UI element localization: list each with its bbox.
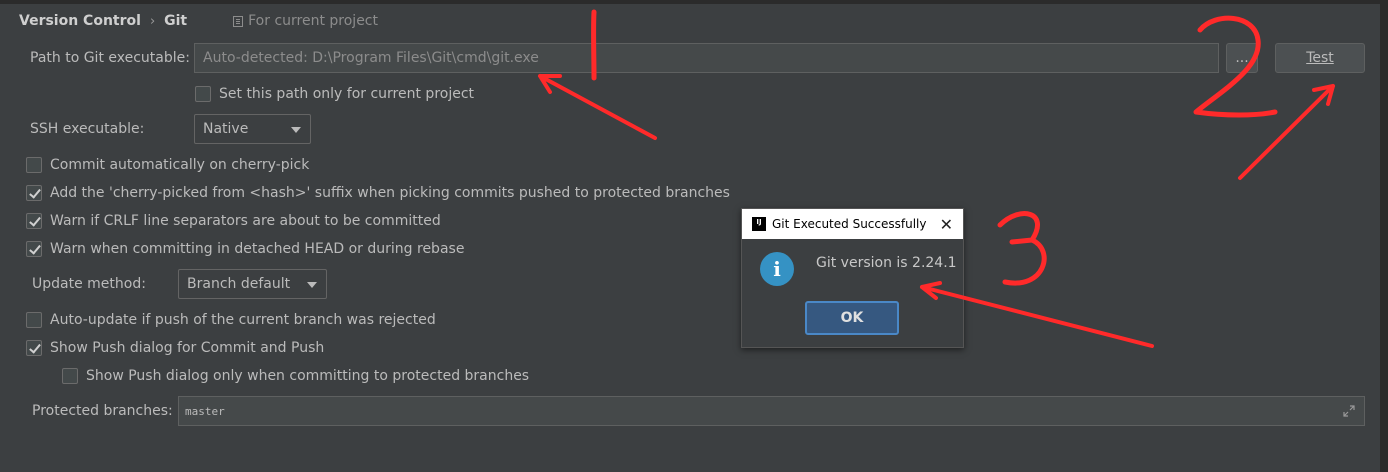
annotation-number-2 xyxy=(1193,15,1278,118)
annotation-number-3 xyxy=(997,211,1047,286)
annotation-arrow-1 xyxy=(538,74,657,140)
annotation-arrow-2 xyxy=(1238,84,1335,180)
annotation-arrow-3 xyxy=(920,281,1154,348)
annotation-overlay xyxy=(538,9,1335,348)
